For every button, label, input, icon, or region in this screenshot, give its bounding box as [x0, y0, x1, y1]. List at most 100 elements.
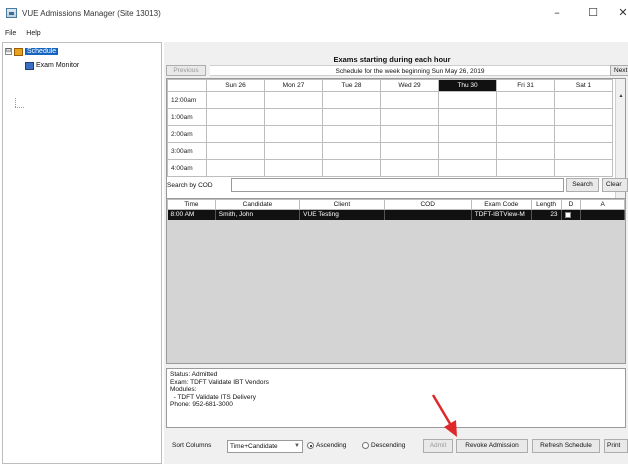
calendar-row: 12:00am: [167, 91, 613, 109]
calendar-scrollbar[interactable]: ▲ ▼: [615, 79, 625, 214]
tree-item-schedule[interactable]: ⊟ Schedule: [5, 46, 59, 57]
calendar-cell[interactable]: [496, 159, 555, 177]
table-row[interactable]: 8:00 AM Smith, John VUE Testing TDFT-IBT…: [167, 209, 625, 220]
chevron-down-icon[interactable]: ▼: [293, 441, 301, 452]
calendar-cell[interactable]: [380, 91, 439, 109]
column-header-client[interactable]: Client: [299, 199, 385, 210]
calendar-cell[interactable]: [554, 108, 613, 126]
search-label: Search by COD: [167, 182, 213, 189]
next-week-button[interactable]: Next: [610, 65, 628, 76]
cell-client: VUE Testing: [299, 209, 385, 220]
search-button[interactable]: Search: [566, 178, 599, 192]
menu-bar: File Help: [0, 26, 628, 40]
calendar-cell[interactable]: [264, 91, 323, 109]
calendar-cell[interactable]: [322, 142, 381, 160]
week-label: Schedule for the week beginning Sun May …: [210, 65, 610, 76]
calendar-cell[interactable]: [322, 159, 381, 177]
calendar-cell[interactable]: [206, 125, 265, 143]
window-title: VUE Admissions Manager (Site 13013): [22, 8, 161, 18]
time-label: 4:00am: [167, 159, 207, 177]
column-header-exam-code[interactable]: Exam Code: [470, 199, 532, 210]
revoke-admission-button[interactable]: Revoke Admission: [456, 439, 528, 453]
detail-status: Status: Admitted: [170, 371, 218, 378]
day-header[interactable]: Tue 28: [322, 79, 381, 92]
calendar-cell[interactable]: [438, 142, 497, 160]
column-header-cod[interactable]: COD: [383, 199, 472, 210]
admit-button[interactable]: Admit: [423, 439, 453, 453]
menu-file[interactable]: File: [5, 30, 16, 37]
calendar-cell[interactable]: [496, 142, 555, 160]
calendar-cell[interactable]: [380, 108, 439, 126]
radio-selected-icon[interactable]: [307, 442, 314, 449]
descending-radio[interactable]: Descending: [362, 442, 405, 449]
refresh-schedule-button[interactable]: Refresh Schedule: [532, 439, 600, 453]
clear-button[interactable]: Clear: [602, 178, 628, 192]
column-header-time[interactable]: Time: [167, 199, 216, 210]
day-header[interactable]: Sat 1: [554, 79, 613, 92]
calendar-cell[interactable]: [554, 125, 613, 143]
monitor-icon: [25, 61, 34, 70]
weekly-calendar: Sun 26 Mon 27 Tue 28 Wed 29 Thu 30 Fri 3…: [166, 78, 626, 215]
calendar-cell[interactable]: [322, 125, 381, 143]
column-header-d[interactable]: D: [560, 199, 582, 210]
calendar-cell[interactable]: [496, 108, 555, 126]
cell-d[interactable]: [561, 209, 582, 220]
calendar-cell[interactable]: [438, 91, 497, 109]
descending-label: Descending: [371, 442, 406, 449]
tree-item-exam-monitor[interactable]: Exam Monitor: [25, 60, 79, 71]
exams-table: Time Candidate Client COD Exam Code Leng…: [166, 198, 626, 364]
exam-details: Status: Admitted Exam: TDFT Validate IBT…: [166, 368, 626, 428]
radio-unselected-icon[interactable]: [362, 442, 369, 449]
search-input[interactable]: [231, 178, 564, 192]
day-header[interactable]: Fri 31: [496, 79, 555, 92]
calendar-cell[interactable]: [554, 159, 613, 177]
calendar-cell[interactable]: [206, 91, 265, 109]
ascending-radio[interactable]: Ascending: [307, 442, 346, 449]
calendar-cell[interactable]: [206, 108, 265, 126]
print-button[interactable]: Print: [604, 439, 628, 453]
time-label: 12:00am: [167, 91, 207, 109]
column-header-candidate[interactable]: Candidate: [214, 199, 301, 210]
day-header[interactable]: Wed 29: [380, 79, 439, 92]
calendar-row: 2:00am: [167, 125, 613, 143]
calendar-cell[interactable]: [380, 159, 439, 177]
calendar-row: 1:00am: [167, 108, 613, 126]
calendar-cell[interactable]: [264, 142, 323, 160]
calendar-cell[interactable]: [380, 142, 439, 160]
minimize-button[interactable]: –: [546, 4, 568, 22]
scroll-up-icon[interactable]: ▲: [616, 91, 625, 101]
day-header[interactable]: Mon 27: [264, 79, 323, 92]
day-header-selected[interactable]: Thu 30: [438, 79, 497, 92]
calendar-cell[interactable]: [206, 142, 265, 160]
sort-columns-select[interactable]: Time+Candidate ▼: [227, 440, 303, 453]
calendar-cell[interactable]: [264, 108, 323, 126]
calendar-cell[interactable]: [380, 125, 439, 143]
calendar-cell[interactable]: [206, 159, 265, 177]
maximize-button[interactable]: ☐: [582, 4, 604, 22]
navigation-tree: ⊟ Schedule Exam Monitor: [2, 42, 162, 464]
calendar-cell[interactable]: [438, 125, 497, 143]
checkbox-icon[interactable]: [564, 211, 571, 218]
collapse-icon[interactable]: ⊟: [5, 48, 12, 55]
calendar-row: 3:00am: [167, 142, 613, 160]
calendar-cell[interactable]: [554, 142, 613, 160]
cell-length: 23: [531, 209, 562, 220]
menu-help[interactable]: Help: [26, 30, 40, 37]
day-header[interactable]: Sun 26: [206, 79, 265, 92]
column-header-length[interactable]: Length: [530, 199, 562, 210]
calendar-cell[interactable]: [496, 91, 555, 109]
calendar-cell[interactable]: [322, 91, 381, 109]
calendar-cell[interactable]: [438, 108, 497, 126]
close-button[interactable]: ✕: [612, 4, 628, 22]
calendar-cell[interactable]: [264, 159, 323, 177]
calendar-cell[interactable]: [496, 125, 555, 143]
calendar-cell[interactable]: [554, 91, 613, 109]
cell-a: [580, 209, 625, 220]
calendar-cell[interactable]: [322, 108, 381, 126]
cell-cod: [384, 209, 472, 220]
calendar-cell[interactable]: [438, 159, 497, 177]
previous-week-button[interactable]: Previous: [166, 65, 206, 76]
detail-phone: Phone: 952-681-3000: [170, 401, 233, 408]
column-header-a[interactable]: A: [580, 199, 625, 210]
calendar-cell[interactable]: [264, 125, 323, 143]
